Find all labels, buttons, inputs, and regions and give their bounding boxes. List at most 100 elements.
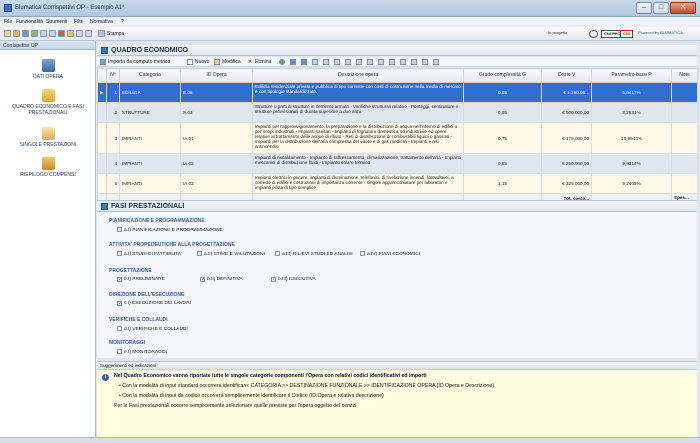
table-row[interactable]: 2 STRUTTURE S.03 Strutture o parti di st… <box>97 102 698 123</box>
col-note[interactable]: Note <box>671 68 698 83</box>
col-grado[interactable]: Grado complessità G <box>463 68 542 83</box>
open-icon[interactable] <box>13 30 20 37</box>
quadro-economico-header: QUADRO ECONOMICO <box>97 45 697 56</box>
cell-parametro: 9,2409% <box>591 173 672 194</box>
sidebar-header: Corrispettivi OP <box>0 41 95 50</box>
find-icon[interactable] <box>345 59 351 65</box>
col-descrizione[interactable]: Descrizione opera <box>252 68 464 83</box>
maximize-button[interactable]: □ <box>653 2 669 14</box>
elimina-button[interactable]: Elimina <box>255 59 271 65</box>
suggerimenti-panel: Suggerimenti ed indicazioni i Nel Quadro… <box>97 361 697 437</box>
cell-descrizione: Impianti per l'approvvigionamento, la pr… <box>252 122 464 154</box>
app-icon <box>4 4 12 12</box>
sidebar-title: Corrispettivi OP <box>3 43 39 49</box>
table-row[interactable]: 4 IMPIANTI IA.02 Impianti di riscaldamen… <box>97 153 698 174</box>
checkbox-esecuzione-lavori[interactable]: ✓ c.I) ESECUZIONE DEI LAVORI <box>117 301 192 307</box>
nuovo-button[interactable]: Nuovo <box>195 59 209 65</box>
cell-id-opera: E.06 <box>180 82 253 103</box>
sidebar-item-dati-opera[interactable]: DATI OPERA <box>0 59 96 80</box>
print-icon[interactable] <box>367 59 373 65</box>
checkbox-stime-valutazioni[interactable]: a.II) STIME E VALUTAZIONI <box>197 251 265 257</box>
sidebar-item-riepilogo-compensi[interactable]: RIEPILOGO COMPENSI <box>0 157 96 178</box>
close-button[interactable]: ✕ <box>670 2 696 14</box>
status-in-progetto: In progetto <box>548 30 568 35</box>
sort-az-icon[interactable] <box>312 59 318 65</box>
hint-line-1: Nel Quadro Economico vanno riportate tut… <box>114 373 427 379</box>
modifica-button[interactable]: Modifica <box>222 59 241 65</box>
fasi-title: FASI PRESTAZIONALI <box>111 203 185 210</box>
checkbox-verifiche-collaudi[interactable]: d.I) VERIFICHE E COLLAUDI <box>117 326 188 332</box>
folder-icon <box>41 89 55 102</box>
folder-icon[interactable] <box>67 30 74 37</box>
cell-categoria: EDILIZIA <box>119 82 181 103</box>
sidebar-item-quadro-economico[interactable]: QUADRO ECONOMICO E FASI PRESTAZIONALI <box>0 89 96 116</box>
menu-file[interactable]: File <box>4 19 12 25</box>
table-row[interactable]: 3 IMPIANTI IA.01 Impianti per l'approvvi… <box>97 122 698 154</box>
menu-normativa[interactable]: Normativa <box>90 19 113 25</box>
cell-id-opera: IA.02 <box>180 153 253 174</box>
copy-icon[interactable] <box>40 30 47 37</box>
col-parametro[interactable]: Parametro base P <box>591 68 672 83</box>
checkbox-preliminare[interactable]: ✓ b.I) PRELIMINARE <box>117 277 165 283</box>
menu-bar: File Funzionalità Strumenti Filtri Norma… <box>0 17 700 27</box>
delete-icon[interactable] <box>58 30 65 37</box>
move-down-icon[interactable] <box>301 59 307 65</box>
checkbox-definitiva[interactable]: ✓ b.II) DEFINITIVA <box>200 277 243 283</box>
stampa-button[interactable]: Stampa <box>107 31 124 37</box>
quadro-economico-table: N° Categoria ID Opera Descrizione opera … <box>97 68 698 203</box>
cni-badge: CNI <box>620 30 633 38</box>
move-up-icon[interactable] <box>290 59 296 65</box>
checkbox-piani-economici[interactable]: a.IV) PIANI ECONOMICI <box>360 251 420 257</box>
cell-id-opera: IA.03 <box>180 173 253 194</box>
sidebar-item-label: SINGOLE PRESTAZIONI <box>19 142 77 148</box>
minimize-button[interactable]: – <box>636 2 652 14</box>
col-costo[interactable]: Costo V <box>541 68 592 83</box>
import-computo-button[interactable]: Importa da computo metrico <box>108 59 170 65</box>
menu-funzionalita[interactable]: Funzionalità <box>16 19 43 25</box>
expand-icon[interactable] <box>400 59 406 65</box>
menu-strumenti[interactable]: Strumenti <box>46 19 67 25</box>
checkbox-label: a.II) STIME E VALUTAZIONI <box>204 252 265 257</box>
export-icon[interactable] <box>378 59 384 65</box>
menu-filtri[interactable]: Filtri <box>74 19 83 25</box>
settings-icon[interactable] <box>422 59 428 65</box>
refresh-icon[interactable] <box>279 59 285 65</box>
checkbox-label: c.I) ESECUZIONE DEI LAVORI <box>124 301 192 306</box>
checkbox-box <box>117 349 122 354</box>
cell-parametro: 6,6417% <box>591 82 672 103</box>
filter-icon[interactable] <box>334 59 340 65</box>
checkbox-studi-fattibilita[interactable]: a.I) STUDI DI FATTIBILITA' <box>117 251 182 257</box>
new-icon[interactable] <box>4 30 11 37</box>
menu-help[interactable]: ? <box>121 19 124 25</box>
row-indicator <box>97 153 107 174</box>
cell-costo: € 500.000,00 <box>541 102 592 123</box>
sort-za-icon[interactable] <box>323 59 329 65</box>
group-verifiche: VERIFICHE E COLLAUDI <box>109 317 168 323</box>
row-indicator-icon: ▶ <box>97 82 107 103</box>
print-icon[interactable] <box>98 30 105 37</box>
save-icon[interactable] <box>22 30 29 37</box>
checkbox-pianificazione[interactable]: a.I) PIANIFICAZIONE E PROGRAMMAZIONE <box>117 227 223 233</box>
export-icon[interactable] <box>31 30 38 37</box>
undo-icon[interactable] <box>76 30 83 37</box>
cell-grado: 0,95 <box>463 82 542 103</box>
cell-costo: € 250.000,00 <box>541 153 592 174</box>
checkbox-label: b.I) PRELIMINARE <box>124 277 165 282</box>
sidebar-item-singole-prestazioni[interactable]: SINGOLE PRESTAZIONI <box>0 127 96 148</box>
collapse-icon[interactable] <box>411 59 417 65</box>
suggerimenti-header: Suggerimenti ed indicazioni <box>97 362 697 370</box>
suggerimenti-title: Suggerimenti ed indicazioni <box>100 363 157 368</box>
redo-icon[interactable] <box>85 30 92 37</box>
checkbox-rilievi-studi[interactable]: a.III) RILIEVI STUDI ED ANALISI <box>275 251 353 257</box>
table-row[interactable]: ▶ 1 EDILIZIA E.06 Edilizia residenziale … <box>97 82 698 103</box>
layout-icon[interactable] <box>433 59 439 65</box>
columns-icon[interactable] <box>356 59 362 65</box>
checkbox-monitoraggi[interactable]: e.I) MONITORAGGI <box>117 349 167 355</box>
table-row[interactable]: 5 IMPIANTI IA.03 Impianti elettrici in g… <box>97 173 698 194</box>
table-icon[interactable] <box>389 59 395 65</box>
checkbox-esecutiva[interactable]: ✓ b.III) ESECUTIVA <box>271 277 316 283</box>
col-categoria[interactable]: Categoria <box>119 68 181 83</box>
col-id-opera[interactable]: ID Opera <box>180 68 253 83</box>
paste-icon[interactable] <box>49 30 56 37</box>
col-n[interactable]: N° <box>106 68 120 83</box>
